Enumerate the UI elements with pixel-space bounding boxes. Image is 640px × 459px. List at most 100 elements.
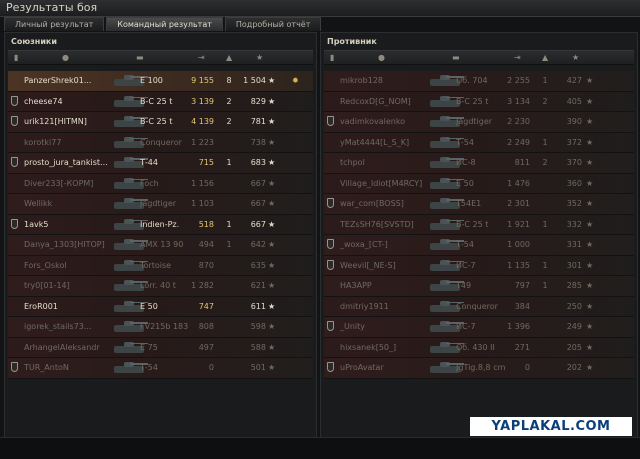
table-row[interactable]: vadimkovalenko Jagdtiger 2 230 390 ★ — [324, 112, 634, 133]
table-row[interactable]: war_com[BOSS] T54E1 2 301 352 ★ — [324, 194, 634, 215]
table-row[interactable]: Fors_Oskol Tortoise 870 635 ★ — [8, 255, 313, 276]
damage-value: 9 155 — [191, 76, 214, 85]
table-row[interactable]: EroR001 E 50 747 611 ★ — [8, 296, 313, 317]
star-icon: ★ — [586, 199, 594, 208]
xp-value: 285 — [566, 281, 582, 290]
star-icon: ★ — [268, 117, 276, 126]
table-row[interactable]: Diver233[-КОРМ] Foch 1 156 667 ★ — [8, 173, 313, 194]
xp-value: 829 — [250, 96, 266, 106]
table-row[interactable]: dmitriy1911 Conqueror 384 250 ★ — [324, 296, 634, 317]
table-row[interactable]: try0[01-14] Lorr. 40 t1 282 621 ★ — [8, 276, 313, 297]
tab-team-result[interactable]: Командный результат — [106, 17, 223, 31]
table-row[interactable]: urik121[HITMN] В-С 25 t4 139 2 781 ★ — [8, 112, 313, 133]
table-row[interactable]: Wellikk Jagdtiger 1 103 667 ★ — [8, 194, 313, 215]
table-row[interactable]: igorek_stails73... FV215b 183 808 598 ★ — [8, 317, 313, 338]
frags-value: 1 — [226, 219, 232, 229]
frags-value: 8 — [226, 76, 232, 85]
tank-icon[interactable]: ▬ — [452, 53, 460, 62]
star-icon: ★ — [268, 158, 276, 167]
table-row[interactable]: ArhangelAleksandr E 75 497 588 ★ — [8, 337, 313, 358]
enemies-panel: Противник ▮ ● ▬ ⇥ ▲ ★ mikrob128 Об. 704 2 … — [320, 32, 638, 438]
damage-value: 497 — [198, 342, 214, 352]
damage-value: 1 282 — [191, 281, 214, 290]
star-icon: ★ — [268, 199, 276, 208]
table-row[interactable]: Danya_1303[HITOP] AMX 13 90 494 1 642 ★ — [8, 235, 313, 256]
player-name: Village_Idiot[M4RCY] — [340, 178, 423, 188]
damage-value: 811 — [514, 158, 530, 167]
table-row[interactable]: prosto_jura_tankist... Т-44 715 1 683 ★ — [8, 153, 313, 174]
xp-value: 352 — [566, 199, 582, 208]
xp-value: 667 — [250, 178, 266, 188]
damage-icon[interactable]: ⇥ — [514, 53, 521, 62]
player-name: Diver233[-КОРМ] — [24, 178, 94, 188]
frags-value: 1 — [542, 260, 548, 270]
player-name: uProAvatar — [340, 363, 384, 372]
table-row[interactable]: _woxa_[CT-] Т-54 1 000 331 ★ — [324, 235, 634, 256]
table-row[interactable]: yMat4444[L_S_K] Т-54 2 249 1 372 ★ — [324, 132, 634, 153]
window-title: Результаты боя — [6, 1, 98, 14]
platoon-icon — [11, 157, 18, 167]
frags-value: 1 — [542, 76, 548, 85]
table-row[interactable]: TUR_AntoN Т-54 0 501 ★ — [8, 358, 313, 379]
table-row[interactable]: mikrob128 Об. 704 2 255 1 427 ★ — [324, 71, 634, 92]
damage-icon[interactable]: ⇥ — [198, 53, 205, 62]
enemies-header-row: ▮ ● ▬ ⇥ ▲ ★ — [324, 50, 634, 65]
star-icon: ★ — [586, 322, 594, 331]
frags-icon[interactable]: ▲ — [226, 53, 232, 62]
platoon-icon[interactable]: ▮ — [330, 53, 334, 62]
tab-detailed-report[interactable]: Подробный отчёт — [224, 17, 322, 31]
table-row[interactable]: RedcoxD[G_NOM] В-С 25 t3 134 2 405 ★ — [324, 91, 634, 112]
damage-value: 1 000 — [507, 240, 530, 249]
table-row[interactable]: PanzerShrek01... E 100 9 155 8 1 504 ★ ✹ — [8, 71, 313, 92]
star-icon: ★ — [268, 301, 276, 311]
tank-icon[interactable]: ▬ — [136, 53, 144, 62]
player-name: korotki77 — [24, 137, 62, 147]
damage-value: 1 476 — [507, 178, 530, 188]
star-icon: ★ — [268, 219, 276, 229]
damage-value: 1 135 — [507, 260, 530, 270]
damage-value: 271 — [514, 342, 530, 352]
damage-value: 2 249 — [507, 137, 530, 147]
player-name: hixsanek[50_] — [340, 342, 397, 352]
damage-value: 384 — [514, 301, 530, 311]
damage-value: 715 — [198, 158, 214, 167]
platoon-icon — [11, 218, 18, 229]
xp-value: 205 — [566, 342, 582, 352]
table-row[interactable]: tchpol ИС-8 811 2 370 ★ — [324, 153, 634, 174]
player-name: war_com[BOSS] — [340, 199, 404, 208]
player-name: try0[01-14] — [24, 281, 70, 290]
xp-value: 501 — [250, 363, 266, 372]
tab-personal-result[interactable]: Личный результат — [4, 17, 105, 31]
platoon-icon[interactable]: ▮ — [14, 53, 18, 62]
table-row[interactable]: НАЗАРР Т49 797 1 285 ★ — [324, 276, 634, 297]
player-icon[interactable]: ● — [62, 53, 69, 62]
table-row[interactable]: korotki77 Conqueror 1 223 738 ★ — [8, 132, 313, 153]
star-icon: ★ — [268, 342, 276, 352]
player-name: _Unity — [340, 322, 366, 331]
xp-value: 390 — [566, 117, 582, 126]
xp-value: 635 — [250, 260, 266, 270]
player-name: cheese74 — [24, 96, 63, 106]
xp-value: 249 — [566, 322, 582, 331]
player-name: _woxa_[CT-] — [340, 240, 388, 249]
table-row[interactable]: TEZsSH76[SVSTD] В-С 25 t1 921 1 332 ★ — [324, 214, 634, 235]
player-name: Weevil[_NE-S] — [340, 260, 396, 270]
frags-value: 1 — [226, 158, 232, 167]
player-icon[interactable]: ● — [378, 53, 385, 62]
player-name: TEZsSH76[SVSTD] — [340, 219, 414, 229]
star-icon: ★ — [586, 117, 594, 126]
xp-icon[interactable]: ★ — [256, 53, 263, 62]
table-row[interactable]: hixsanek[50_] Об. 430 II 271 205 ★ — [324, 337, 634, 358]
table-row[interactable]: cheese74 В-С 25 t3 139 2 829 ★ — [8, 91, 313, 112]
damage-value: 808 — [198, 322, 214, 331]
table-row[interactable]: Village_Idiot[M4RCY] E 50 1 476 360 ★ — [324, 173, 634, 194]
frags-icon[interactable]: ▲ — [542, 53, 548, 62]
table-row[interactable]: _Unity ИС-7 1 396 249 ★ — [324, 317, 634, 338]
xp-value: 405 — [566, 96, 582, 106]
allies-title: Союзники — [11, 37, 57, 46]
table-row[interactable]: uProAvatar JgTig.8,8 cm 0 202 ★ — [324, 358, 634, 379]
medal-icon[interactable]: ✹ — [292, 76, 299, 86]
table-row[interactable]: Weevil[_NE-S] ИС-7 1 135 1 301 ★ — [324, 255, 634, 276]
xp-icon[interactable]: ★ — [572, 53, 579, 62]
table-row[interactable]: 1avk5 Indien-Pz. 518 1 667 ★ — [8, 214, 313, 235]
